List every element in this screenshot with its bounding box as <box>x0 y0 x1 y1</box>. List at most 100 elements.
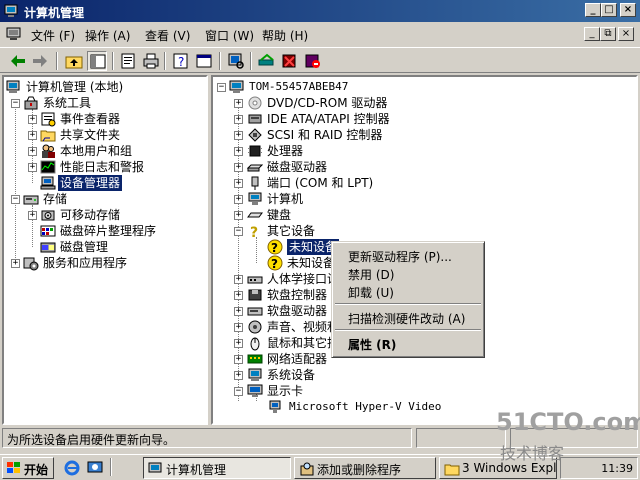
collapse-toggle[interactable]: − <box>11 195 20 204</box>
tree-item-event-viewer[interactable]: + 事件查看器 <box>6 111 206 127</box>
toolbar-separator <box>112 52 114 70</box>
expand-toggle[interactable]: + <box>234 211 243 220</box>
start-button[interactable]: 开始 <box>2 457 54 479</box>
mmc-icon[interactable] <box>6 26 22 42</box>
collapse-toggle[interactable]: − <box>217 83 226 92</box>
taskbar-separator <box>110 458 112 476</box>
expand-toggle[interactable]: + <box>234 131 243 140</box>
collapse-toggle[interactable]: − <box>11 99 20 108</box>
mdi-minimize-button[interactable]: _ <box>584 27 600 41</box>
help-button[interactable]: ? <box>171 51 191 71</box>
tree-item-local-users[interactable]: + 本地用户和组 <box>6 143 206 159</box>
arrow-left-icon <box>11 55 25 67</box>
internet-explorer-icon[interactable] <box>64 460 80 476</box>
mdi-close-button[interactable]: × <box>618 27 634 41</box>
expand-toggle[interactable]: + <box>234 115 243 124</box>
expand-toggle[interactable]: + <box>234 195 243 204</box>
task-windows-explorer[interactable]: 3 Windows Explorer <box>439 457 557 479</box>
menu-item-uninstall[interactable]: 卸载 (U) <box>348 284 394 301</box>
menu-view[interactable]: 查看 (V) <box>145 27 190 44</box>
scsi-icon <box>248 128 262 142</box>
update-driver-button[interactable] <box>257 51 277 71</box>
tree-item-storage[interactable]: − 存储 <box>6 191 206 207</box>
disable-button[interactable] <box>303 51 323 71</box>
tree-item-shared-folders[interactable]: + 共享文件夹 <box>6 127 206 143</box>
expand-toggle[interactable]: + <box>234 99 243 108</box>
uninstall-button[interactable] <box>280 51 300 71</box>
floppy-controller-icon <box>248 289 262 301</box>
up-level-button[interactable] <box>64 51 84 71</box>
task-computer-management[interactable]: 计算机管理 <box>143 457 291 479</box>
expand-toggle[interactable]: + <box>11 259 20 268</box>
tree-pane-icon <box>90 54 106 69</box>
expand-toggle[interactable]: + <box>234 371 243 380</box>
system-device-icon <box>248 368 262 381</box>
uninstall-icon <box>282 54 296 68</box>
expand-toggle[interactable]: + <box>234 275 243 284</box>
expand-toggle[interactable]: + <box>28 211 37 220</box>
expand-toggle[interactable]: + <box>234 355 243 364</box>
expand-toggle[interactable]: + <box>234 179 243 188</box>
expand-toggle[interactable]: + <box>28 131 37 140</box>
tree-item-services-applications[interactable]: + 服务和应用程序 <box>6 255 206 271</box>
console-tree[interactable]: 计算机管理 (本地) − 系统工具 + 事件查看器 + 共享文件夹 + 本地用户… <box>2 75 208 425</box>
status-pane <box>416 428 506 448</box>
expand-toggle[interactable]: + <box>28 163 37 172</box>
context-menu: 更新驱动程序 (P)... 禁用 (D) 卸载 (U) 扫描检测硬件改动 (A)… <box>331 241 485 358</box>
port-icon <box>251 176 259 190</box>
window-icon <box>196 54 212 68</box>
tree-item-device-manager[interactable]: 设备管理器 <box>6 175 206 191</box>
forward-button[interactable] <box>30 51 50 71</box>
tree-item-disk-defragmenter[interactable]: 磁盘碎片整理程序 <box>6 223 206 239</box>
close-button[interactable]: × <box>620 3 636 17</box>
windows-logo-icon <box>7 462 20 473</box>
collapse-toggle[interactable]: − <box>234 387 243 396</box>
expand-toggle[interactable]: + <box>234 147 243 156</box>
view-button[interactable] <box>194 51 214 71</box>
maximize-button[interactable]: □ <box>601 3 617 17</box>
clock[interactable]: 11:39 <box>601 462 633 475</box>
status-bar: 为所选设备启用硬件更新向导。 <box>2 428 638 448</box>
show-hide-tree-button[interactable] <box>87 51 107 71</box>
expand-toggle[interactable]: + <box>234 163 243 172</box>
computer-icon <box>229 80 244 93</box>
tree-item-removable-storage[interactable]: + 可移动存储 <box>6 207 206 223</box>
toolbar: ? <box>0 47 640 73</box>
collapse-toggle[interactable]: − <box>234 227 243 236</box>
mdi-restore-button[interactable]: ⧉ <box>600 27 616 41</box>
menu-item-update-driver[interactable]: 更新驱动程序 (P)... <box>348 248 452 265</box>
title-bar[interactable]: 计算机管理 _ □ × <box>0 0 640 22</box>
performance-icon <box>40 160 56 174</box>
scan-hardware-button[interactable] <box>226 51 246 71</box>
tree-item-system-tools[interactable]: − 系统工具 <box>6 95 206 111</box>
arrow-right-icon <box>33 55 47 67</box>
back-button[interactable] <box>8 51 28 71</box>
menu-window[interactable]: 窗口 (W) <box>205 27 254 44</box>
toolbar-separator <box>164 52 166 70</box>
expand-toggle[interactable]: + <box>234 291 243 300</box>
desktop-icon[interactable] <box>87 460 103 476</box>
expand-toggle[interactable]: + <box>28 147 37 156</box>
tree-item-computer-management[interactable]: 计算机管理 (本地) <box>6 79 206 95</box>
expand-toggle[interactable]: + <box>28 115 37 124</box>
expand-toggle[interactable]: + <box>234 323 243 332</box>
print-button[interactable] <box>141 51 161 71</box>
tree-item-disk-management[interactable]: 磁盘管理 <box>6 239 206 255</box>
expand-toggle[interactable]: + <box>234 339 243 348</box>
tree-connector <box>256 237 257 263</box>
folder-icon <box>444 464 460 476</box>
menu-item-disable[interactable]: 禁用 (D) <box>348 266 394 283</box>
scan-hardware-icon <box>228 53 244 69</box>
menu-help[interactable]: 帮助 (H) <box>262 27 308 44</box>
minimize-button[interactable]: _ <box>585 3 601 17</box>
menu-item-properties[interactable]: 属性 (R) <box>348 336 396 353</box>
expand-toggle[interactable]: + <box>234 307 243 316</box>
task-add-remove-programs[interactable]: 添加或删除程序 <box>294 457 436 479</box>
menu-action[interactable]: 操作 (A) <box>85 27 130 44</box>
sound-icon <box>248 320 262 334</box>
tree-item-performance-logs[interactable]: + 性能日志和警报 <box>6 159 206 175</box>
properties-button[interactable] <box>118 51 138 71</box>
properties-icon <box>121 53 135 69</box>
menu-item-scan-hardware[interactable]: 扫描检测硬件改动 (A) <box>348 310 465 327</box>
menu-file[interactable]: 文件 (F) <box>31 27 75 44</box>
